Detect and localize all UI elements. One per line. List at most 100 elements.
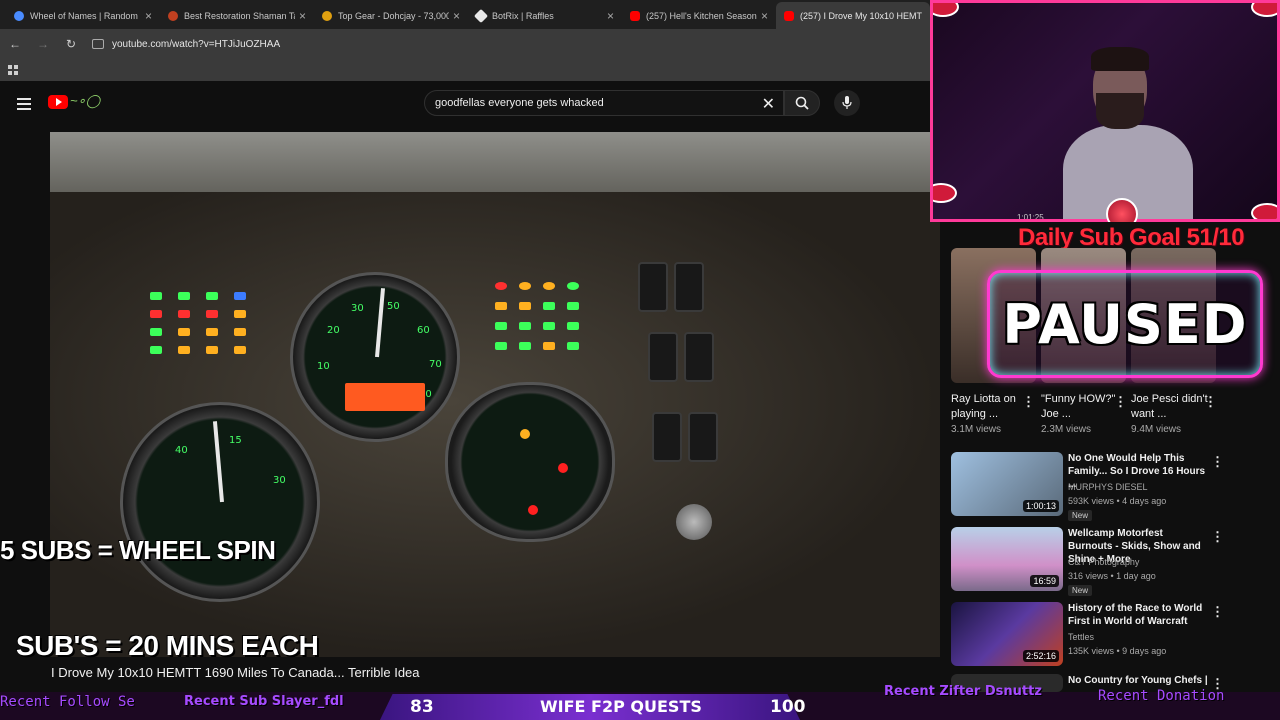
tab-title: (257) I Drove My 10x10 HEMTT	[800, 10, 922, 21]
voice-search-button[interactable]	[834, 90, 860, 116]
tab-favicon-icon	[473, 8, 489, 23]
back-arrow-icon[interactable]: ←	[8, 37, 22, 51]
recent-sub: Recent Sub Slayer_fdl	[184, 694, 344, 709]
youtube-doodle-icon[interactable]: ~∘◯	[70, 93, 100, 109]
tab-restoration-shaman[interactable]: Best Restoration Shaman Talent ×	[160, 2, 314, 29]
subs-wheel-spin-label: 5 SUBS = WHEEL SPIN	[0, 535, 276, 565]
tab-favicon-icon	[14, 10, 24, 21]
video-meta: 135K views • 9 days ago	[1068, 646, 1167, 656]
address-bar: ← → ↻ youtube.com/watch?v=HTJiJuOZHAA	[0, 29, 930, 59]
tab-botrix[interactable]: BotRix | Raffles ×	[468, 2, 622, 29]
recommended-title: History of the Race to World First in Wo…	[1068, 603, 1203, 627]
recent-follow: Recent Follow Se	[0, 694, 135, 710]
clear-search-icon[interactable]: ✕	[762, 94, 775, 114]
short-info[interactable]: Ray Liotta on playing ... 3.1M views	[951, 392, 1031, 435]
video-player[interactable]: 10 20 30 50 60 70 80 40 15 30	[50, 132, 940, 657]
video-thumbnail[interactable]: 2:52:16	[951, 602, 1063, 666]
short-title: "Funny HOW?" Joe ...	[1041, 393, 1116, 420]
close-icon[interactable]: ×	[761, 9, 768, 23]
tab-favicon-icon	[322, 10, 332, 21]
video-knob	[676, 504, 712, 540]
close-icon[interactable]: ×	[453, 9, 460, 23]
search-query-text: goodfellas everyone gets whacked	[435, 97, 604, 109]
short-views: 9.4M views	[1131, 424, 1182, 435]
quest-goal: 100	[770, 697, 806, 717]
menu-icon[interactable]	[17, 98, 31, 110]
apps-grid-icon[interactable]	[8, 65, 18, 75]
video-title: I Drove My 10x10 HEMTT 1690 Miles To Can…	[51, 665, 420, 680]
screen: Wheel of Names | Random nam × Best Resto…	[0, 0, 1280, 720]
short-info[interactable]: Joe Pesci didn't want ... 9.4M views	[1131, 392, 1211, 435]
cloud-decoration-icon	[933, 183, 957, 203]
youtube-favicon-icon	[630, 10, 640, 21]
video-meta: 593K views • 4 days ago	[1068, 496, 1167, 506]
recent-zifter: Recent Zifter Dsnuttz	[884, 684, 1042, 699]
switch-panel	[638, 262, 748, 482]
tab-favicon-icon	[168, 10, 178, 21]
more-options-icon[interactable]: ⋮	[1211, 604, 1224, 620]
recommended-video[interactable]: 1:00:13 No One Would Help This Family...…	[951, 452, 1271, 521]
youtube-header: ~∘◯ goodfellas everyone gets whacked ✕	[0, 81, 930, 127]
search-icon	[795, 96, 809, 110]
new-badge: New	[1068, 585, 1093, 596]
browser-tab-bar: Wheel of Names | Random nam × Best Resto…	[0, 0, 930, 29]
secondary-gauges	[445, 382, 615, 542]
tab-wheel-of-names[interactable]: Wheel of Names | Random nam ×	[6, 2, 160, 29]
video-duration: 1:00:13	[1022, 500, 1059, 512]
forward-arrow-icon[interactable]: →	[36, 37, 50, 51]
tab-title: Wheel of Names | Random nam	[30, 10, 141, 21]
url-text: youtube.com/watch?v=HTJiJuOZHAA	[112, 38, 281, 50]
video-duration: 16:59	[1030, 575, 1059, 587]
quest-current: 83	[410, 697, 434, 717]
more-options-icon[interactable]: ⋮	[1022, 394, 1035, 410]
subs-time-label: SUB'S = 20 MINS EACH	[16, 630, 319, 661]
more-options-icon[interactable]: ⋮	[1114, 394, 1127, 410]
video-duration: 2:52:16	[1022, 650, 1059, 662]
close-icon[interactable]: ×	[607, 9, 614, 23]
search-input[interactable]: goodfellas everyone gets whacked ✕	[424, 90, 784, 116]
indicator-lights-left	[150, 292, 246, 354]
new-badge: New	[1068, 510, 1093, 521]
quest-label: WIFE F2P QUESTS	[540, 697, 702, 716]
cloud-decoration-icon	[1251, 3, 1277, 17]
youtube-logo-icon[interactable]	[48, 95, 68, 109]
short-title: Ray Liotta on playing ...	[951, 393, 1016, 420]
microphone-icon	[842, 96, 852, 109]
site-info-icon[interactable]	[92, 39, 104, 49]
youtube-favicon-icon	[784, 10, 794, 21]
search-button[interactable]	[784, 90, 820, 116]
channel-name: Tettles	[1068, 632, 1095, 642]
channel-name: C&T Photography	[1068, 557, 1140, 567]
channel-name: MURPHYS DIESEL	[1068, 482, 1148, 492]
webcam-timer: 1:01:25	[1017, 213, 1044, 222]
recommended-video[interactable]: 2:52:16 History of the Race to World Fir…	[951, 602, 1271, 670]
more-options-icon[interactable]: ⋮	[1211, 454, 1224, 470]
video-thumbnail[interactable]: 16:59	[951, 527, 1063, 591]
url-field[interactable]: youtube.com/watch?v=HTJiJuOZHAA	[92, 39, 280, 50]
recommended-video[interactable]: 16:59 Wellcamp Motorfest Burnouts - Skid…	[951, 527, 1271, 596]
speedometer-gauge: 10 20 30 50 60 70 80	[290, 272, 460, 442]
video-meta: 316 views • 1 day ago	[1068, 571, 1156, 581]
close-icon[interactable]: ×	[145, 9, 152, 23]
streamer-webcam	[1063, 33, 1193, 219]
cloud-decoration-icon	[933, 3, 959, 17]
short-title: Joe Pesci didn't want ...	[1131, 393, 1208, 420]
cloud-decoration-icon	[1251, 203, 1277, 219]
tab-title: Best Restoration Shaman Talent	[184, 10, 295, 21]
more-options-icon[interactable]: ⋮	[1204, 394, 1217, 410]
tab-title: (257) Hell's Kitchen Season 18	[646, 10, 757, 21]
short-info[interactable]: "Funny HOW?" Joe ... 2.3M views	[1041, 392, 1121, 435]
tab-hells-kitchen[interactable]: (257) Hell's Kitchen Season 18 ×	[622, 2, 776, 29]
reload-icon[interactable]: ↻	[64, 37, 78, 51]
more-options-icon[interactable]: ⋮	[1211, 529, 1224, 545]
bookmarks-bar	[0, 59, 930, 81]
short-views: 3.1M views	[951, 424, 1002, 435]
short-views: 2.3M views	[1041, 424, 1092, 435]
close-icon[interactable]: ×	[299, 9, 306, 23]
video-thumbnail[interactable]: 1:00:13	[951, 452, 1063, 516]
paused-overlay: PAUSED	[987, 270, 1263, 378]
recommended-title: No Country for Young Chefs |	[1068, 675, 1208, 686]
indicator-lights-right	[495, 282, 579, 350]
tab-top-gear[interactable]: Top Gear - Dohcjay - 73,000 DP ×	[314, 2, 468, 29]
tab-hemtt-video[interactable]: (257) I Drove My 10x10 HEMTT	[776, 2, 930, 29]
